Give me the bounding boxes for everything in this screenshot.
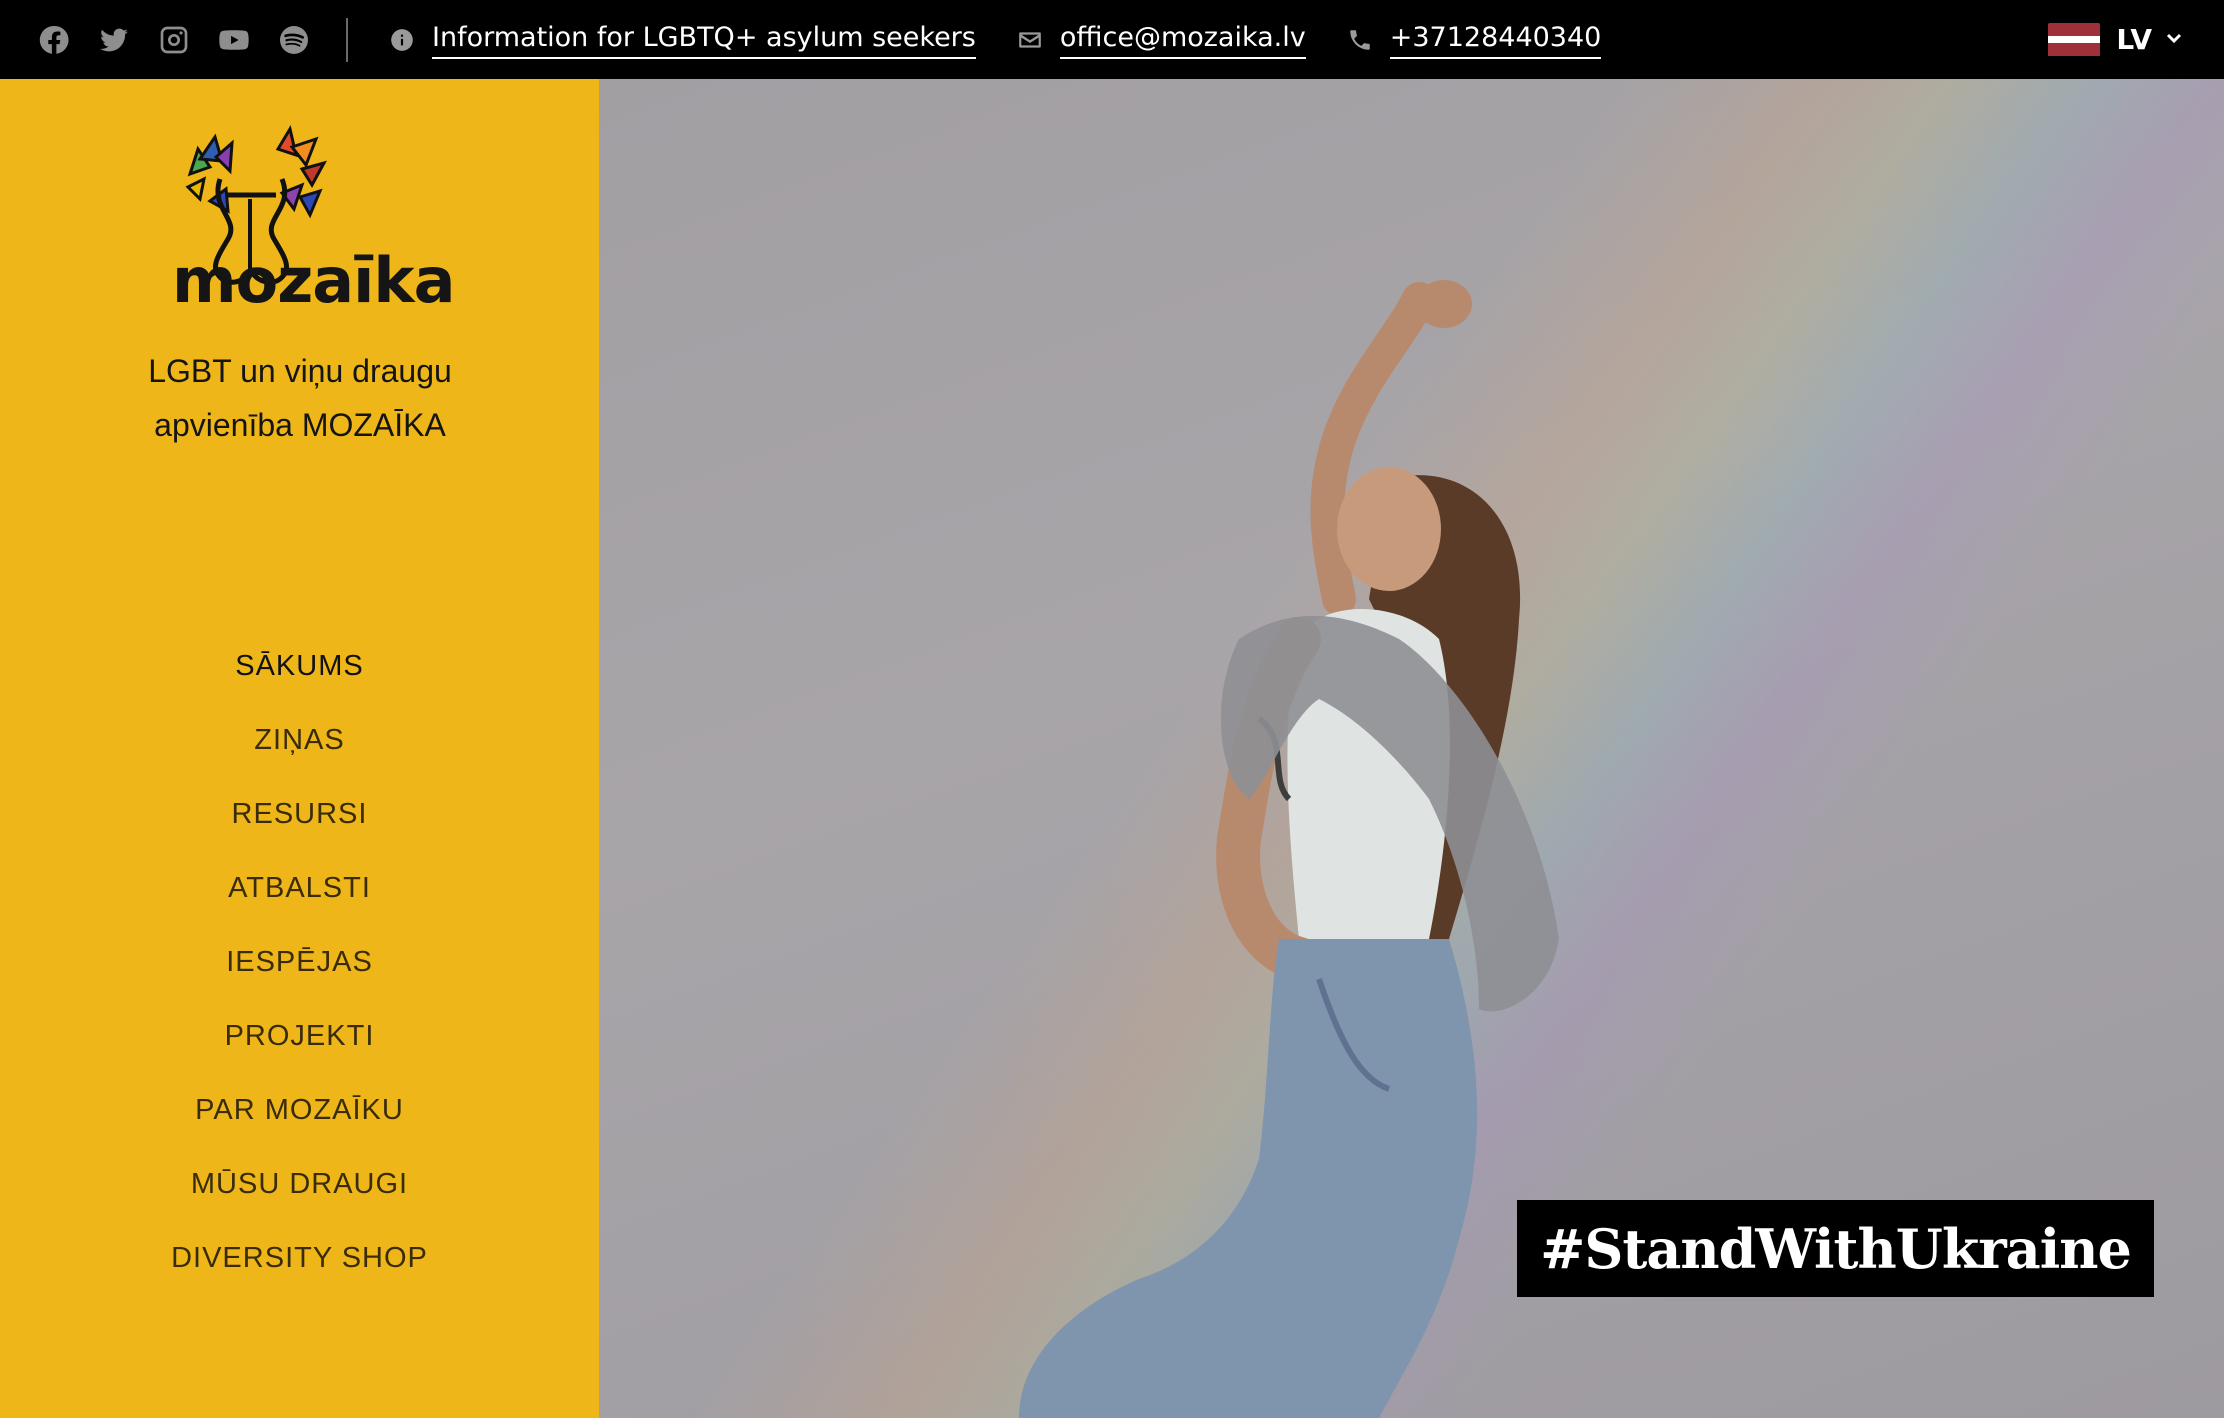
nav-item-projekti[interactable]: PROJEKTI <box>0 999 599 1073</box>
stand-with-ukraine-badge[interactable]: #StandWithUkraine <box>1517 1200 2154 1297</box>
asylum-info-link[interactable]: Information for LGBTQ+ asylum seekers <box>432 21 976 59</box>
nav-item-resursi[interactable]: RESURSI <box>0 777 599 851</box>
email-link-group: office@mozaika.lv <box>1016 21 1306 59</box>
phone-link[interactable]: +37128440340 <box>1389 21 1602 59</box>
info-icon <box>388 26 416 54</box>
asylum-info-link-group: Information for LGBTQ+ asylum seekers <box>388 21 976 59</box>
phone-link-group: +37128440340 <box>1346 21 1602 59</box>
nav-item-par-mozaiku[interactable]: PAR MOZAĪKU <box>0 1073 599 1147</box>
nav-item-zinas[interactable]: ZIŅAS <box>0 703 599 777</box>
phone-icon <box>1346 26 1374 54</box>
tagline-line-2: apvienība MOZAĪKA <box>154 407 446 443</box>
latvia-flag-icon <box>2048 22 2101 57</box>
email-link[interactable]: office@mozaika.lv <box>1059 21 1306 59</box>
spotify-icon[interactable] <box>278 24 310 56</box>
main-navigation: SĀKUMS ZIŅAS RESURSI ATBALSTI IESPĒJAS P… <box>0 629 599 1295</box>
nav-item-iespejas[interactable]: IESPĒJAS <box>0 925 599 999</box>
sidebar: mozaīka LGBT un viņu draugu apvienība MO… <box>0 79 599 1418</box>
language-code: LV <box>2116 23 2152 56</box>
nav-item-diversity-shop[interactable]: DIVERSITY SHOP <box>0 1221 599 1295</box>
hero-banner: #StandWithUkraine <box>599 79 2224 1418</box>
nav-item-musu-draugi[interactable]: MŪSU DRAUGI <box>0 1147 599 1221</box>
twitter-icon[interactable] <box>98 24 130 56</box>
facebook-icon[interactable] <box>38 24 70 56</box>
nav-item-atbalsti[interactable]: ATBALSTI <box>0 851 599 925</box>
top-bar-divider <box>346 17 348 62</box>
tagline-line-1: LGBT un viņu draugu <box>148 353 452 389</box>
youtube-icon[interactable] <box>218 24 250 56</box>
logo-wordmark: mozaīka <box>172 244 455 317</box>
nav-item-sakums[interactable]: SĀKUMS <box>0 629 599 703</box>
instagram-icon[interactable] <box>158 24 190 56</box>
chevron-down-icon <box>2164 28 2184 52</box>
organization-tagline: LGBT un viņu draugu apvienība MOZAĪKA <box>60 344 540 452</box>
mail-icon <box>1016 26 1044 54</box>
language-selector[interactable]: LV <box>2048 0 2184 79</box>
social-links <box>38 24 338 56</box>
top-bar: Information for LGBTQ+ asylum seekers of… <box>0 0 2224 79</box>
